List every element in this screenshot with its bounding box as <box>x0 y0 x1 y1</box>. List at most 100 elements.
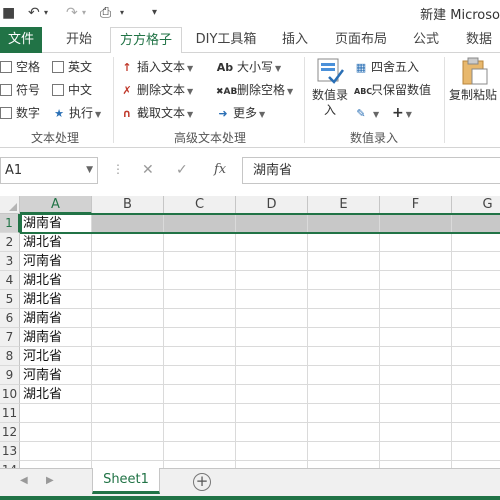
cell-d2[interactable] <box>236 233 308 252</box>
select-all-button[interactable] <box>0 196 20 214</box>
tab-insert[interactable]: 插入 <box>272 27 318 53</box>
cell-g13[interactable] <box>452 442 500 461</box>
row-header-12[interactable]: 12 <box>0 423 20 442</box>
cell-a8[interactable]: 河北省 <box>20 347 92 366</box>
cell-g7[interactable] <box>452 328 500 347</box>
cell-e1[interactable] <box>308 214 380 233</box>
chevron-down-icon[interactable]: ▼ <box>86 158 93 183</box>
delete-text-button[interactable]: ✗ 删除文本 ▼ <box>120 82 193 100</box>
cell-g6[interactable] <box>452 309 500 328</box>
cell-b11[interactable] <box>92 404 164 423</box>
keep-numbers-button[interactable]: ABC只保留数值 <box>354 82 431 100</box>
cell-b1[interactable] <box>92 214 164 233</box>
undo-icon[interactable]: ↶ <box>28 3 40 23</box>
cell-d6[interactable] <box>236 309 308 328</box>
cell-c4[interactable] <box>164 271 236 290</box>
cell-d10[interactable] <box>236 385 308 404</box>
cell-e9[interactable] <box>308 366 380 385</box>
row-header-1[interactable]: 1 <box>0 214 20 233</box>
cell-e4[interactable] <box>308 271 380 290</box>
row-header-6[interactable]: 6 <box>0 309 20 328</box>
cell-b4[interactable] <box>92 271 164 290</box>
cell-f9[interactable] <box>380 366 452 385</box>
cell-b5[interactable] <box>92 290 164 309</box>
cell-c7[interactable] <box>164 328 236 347</box>
cell-f8[interactable] <box>380 347 452 366</box>
cell-f14[interactable] <box>380 461 452 468</box>
cell-g8[interactable] <box>452 347 500 366</box>
cell-g9[interactable] <box>452 366 500 385</box>
cell-d11[interactable] <box>236 404 308 423</box>
cell-c5[interactable] <box>164 290 236 309</box>
row-header-5[interactable]: 5 <box>0 290 20 309</box>
scroll-right-icon[interactable]: ▶ <box>46 475 54 486</box>
cell-g2[interactable] <box>452 233 500 252</box>
row-header-3[interactable]: 3 <box>0 252 20 271</box>
execute-button[interactable]: ★ 执行 ▼ <box>52 105 101 123</box>
checkbox-symbol[interactable]: 符号 <box>0 82 40 98</box>
cell-a4[interactable]: 湖北省 <box>20 271 92 290</box>
cell-d1[interactable] <box>236 214 308 233</box>
enter-icon[interactable]: ✓ <box>176 162 188 178</box>
checkbox-space[interactable]: 空格 <box>0 59 40 75</box>
remove-spaces-button[interactable]: ✖AB删除空格 ▼ <box>216 82 293 100</box>
cell-f13[interactable] <box>380 442 452 461</box>
cell-b13[interactable] <box>92 442 164 461</box>
cell-a7[interactable]: 湖南省 <box>20 328 92 347</box>
cell-e13[interactable] <box>308 442 380 461</box>
tab-formulas[interactable]: 公式 <box>404 27 448 53</box>
cell-d3[interactable] <box>236 252 308 271</box>
tab-data[interactable]: 数据 <box>458 27 500 53</box>
tab-home[interactable]: 开始 <box>56 27 102 53</box>
cell-a13[interactable] <box>20 442 92 461</box>
cell-g12[interactable] <box>452 423 500 442</box>
cell-e8[interactable] <box>308 347 380 366</box>
save-icon[interactable]: ■ <box>2 3 15 23</box>
customize-toolbar-icon[interactable]: ▾ <box>152 3 157 23</box>
cell-a14[interactable] <box>20 461 92 468</box>
cell-d4[interactable] <box>236 271 308 290</box>
cell-c3[interactable] <box>164 252 236 271</box>
insert-function-icon[interactable]: fx <box>214 162 226 177</box>
cell-b6[interactable] <box>92 309 164 328</box>
print-dropdown-icon[interactable]: ▾ <box>120 3 124 23</box>
cell-c13[interactable] <box>164 442 236 461</box>
cancel-icon[interactable]: ✕ <box>142 162 154 178</box>
column-header-a[interactable]: A <box>20 196 92 214</box>
cell-a3[interactable]: 河南省 <box>20 252 92 271</box>
add-dropdown-button[interactable]: + ▼ <box>392 105 412 123</box>
more-button[interactable]: ➜ 更多 ▼ <box>216 105 265 123</box>
case-button[interactable]: Ab 大小写 ▼ <box>216 59 281 77</box>
cell-g4[interactable] <box>452 271 500 290</box>
cell-b10[interactable] <box>92 385 164 404</box>
cell-c6[interactable] <box>164 309 236 328</box>
row-header-8[interactable]: 8 <box>0 347 20 366</box>
checkbox-english[interactable]: 英文 <box>52 59 92 75</box>
cell-a10[interactable]: 湖北省 <box>20 385 92 404</box>
cell-a12[interactable] <box>20 423 92 442</box>
cell-e7[interactable] <box>308 328 380 347</box>
cell-d12[interactable] <box>236 423 308 442</box>
redo-icon[interactable]: ↷ <box>66 3 78 23</box>
cell-a11[interactable] <box>20 404 92 423</box>
scroll-left-icon[interactable]: ◀ <box>20 475 28 486</box>
cell-e10[interactable] <box>308 385 380 404</box>
cell-f2[interactable] <box>380 233 452 252</box>
cell-f1[interactable] <box>380 214 452 233</box>
cell-g1[interactable] <box>452 214 500 233</box>
cell-a1[interactable]: 湖南省 <box>20 214 92 233</box>
cell-g11[interactable] <box>452 404 500 423</box>
tab-file[interactable]: 文件 <box>0 27 42 53</box>
cell-d7[interactable] <box>236 328 308 347</box>
edit-dropdown-button[interactable]: ✎ ▼ <box>354 105 379 123</box>
cell-b14[interactable] <box>92 461 164 468</box>
cell-c14[interactable] <box>164 461 236 468</box>
redo-dropdown-icon[interactable]: ▾ <box>82 3 86 23</box>
cell-g3[interactable] <box>452 252 500 271</box>
numeric-entry-button[interactable]: 数值录入 <box>308 57 352 118</box>
cell-c2[interactable] <box>164 233 236 252</box>
print-icon[interactable]: ⎙ <box>100 3 111 23</box>
cell-f4[interactable] <box>380 271 452 290</box>
worksheet-grid[interactable]: A B C D E F G 1 湖南省 2 湖北省 3 河南省 4 湖北省 5 湖北省 6 湖南省 7 湖南省 8 河北省 9… <box>0 196 500 468</box>
cell-e2[interactable] <box>308 233 380 252</box>
